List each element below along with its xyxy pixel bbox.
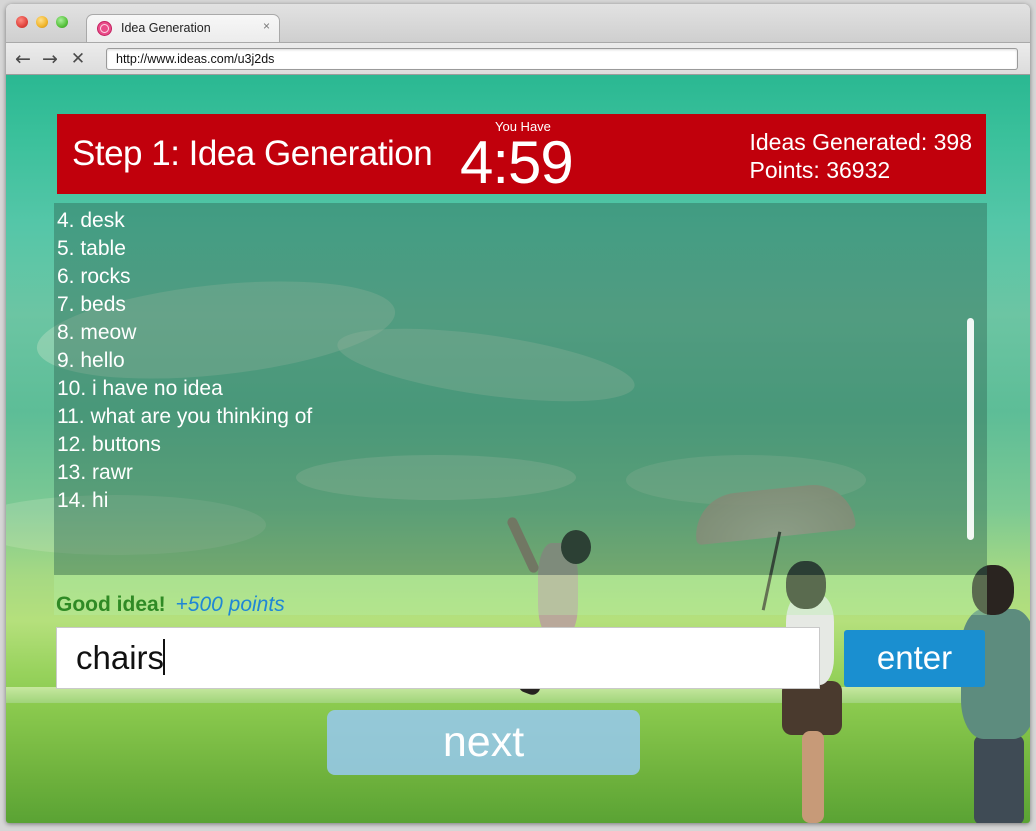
idea-list-item: 10. i have no idea: [57, 377, 223, 400]
close-window-icon[interactable]: [16, 16, 28, 28]
idea-input[interactable]: [56, 627, 820, 689]
idea-list-panel[interactable]: 4. desk 5. table 6. rocks 7. beds 8. meow 9. …: [54, 203, 987, 575]
idea-list: 4. desk 5. table 6. rocks 7. beds 8. meow 9. …: [57, 207, 312, 515]
idea-list-item: 9. hello: [57, 349, 125, 372]
dribbble-favicon-icon: [97, 21, 112, 36]
page-title: Step 1: Idea Generation: [72, 134, 433, 173]
step-header: Step 1: Idea Generation You Have 4:59 Id…: [57, 114, 986, 196]
background-person-leg: [974, 735, 1024, 823]
ideas-generated-count: Ideas Generated: 398: [749, 129, 973, 155]
idea-list-item: 6. rocks: [57, 265, 131, 288]
address-bar[interactable]: http://www.ideas.com/u3j2ds: [106, 48, 1018, 70]
idea-list-item: 5. table: [57, 237, 126, 260]
points-count: Points: 36932: [749, 157, 891, 183]
zoom-window-icon[interactable]: [56, 16, 68, 28]
feedback-good-text: Good idea!: [56, 593, 166, 616]
idea-list-item: 13. rawr: [57, 461, 133, 484]
tab-title: Idea Generation: [121, 21, 211, 35]
text-caret: [163, 639, 165, 675]
stats-block: Ideas Generated: 398 Points: 36932: [750, 128, 973, 184]
background-person-leg: [802, 731, 824, 823]
tab-close-icon[interactable]: ×: [263, 19, 270, 33]
feedback-message: Good idea! +500 points: [56, 593, 285, 617]
browser-toolbar: ← → ✕ http://www.ideas.com/u3j2ds: [6, 42, 1030, 75]
idea-list-item: 8. meow: [57, 321, 137, 344]
enter-button[interactable]: enter: [844, 630, 985, 687]
idea-list-item: 4. desk: [57, 209, 125, 232]
browser-tab[interactable]: Idea Generation ×: [86, 14, 280, 42]
idea-list-item: 14. hi: [57, 489, 109, 512]
browser-window: Idea Generation × ← → ✕ http://www.ideas…: [6, 4, 1030, 823]
url-text: http://www.ideas.com/u3j2ds: [116, 52, 275, 66]
idea-list-item: 12. buttons: [57, 433, 161, 456]
stop-icon[interactable]: ✕: [67, 48, 89, 70]
countdown-timer: 4:59: [460, 129, 574, 196]
page-viewport: Step 1: Idea Generation You Have 4:59 Id…: [6, 75, 1030, 823]
idea-list-item: 7. beds: [57, 293, 126, 316]
tab-strip: Idea Generation ×: [6, 4, 1030, 42]
next-button[interactable]: next: [327, 710, 640, 775]
idea-list-scrollbar[interactable]: [967, 318, 974, 540]
feedback-points-text: +500 points: [175, 593, 285, 616]
forward-arrow-icon[interactable]: →: [39, 48, 61, 70]
background-horizon: [6, 687, 1030, 703]
background-person-skirt: [782, 681, 842, 735]
back-arrow-icon[interactable]: ←: [12, 48, 34, 70]
minimize-window-icon[interactable]: [36, 16, 48, 28]
idea-list-item: 11. what are you thinking of: [57, 405, 313, 428]
